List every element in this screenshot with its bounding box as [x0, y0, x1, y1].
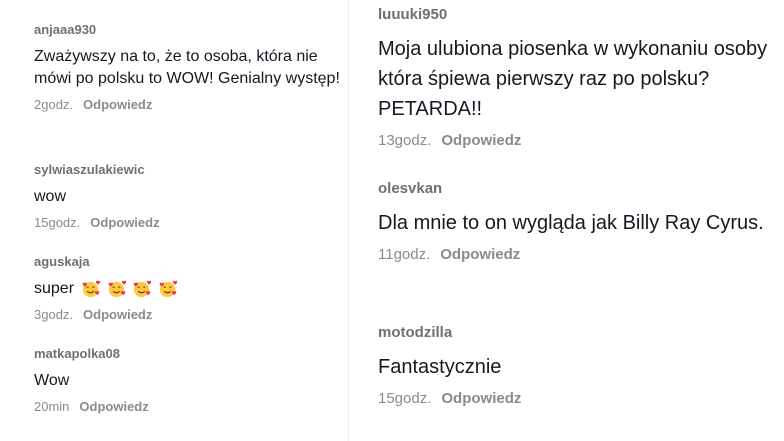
comment-item: olesvkan Dla mnie to on wygląda jak Bill… [378, 180, 778, 264]
comment-time: 2godz. [34, 97, 74, 112]
comment-time: 13godz. [378, 132, 432, 149]
comment-text: Zważywszy na to, że to osoba, która nie … [34, 48, 340, 87]
comment-meta: 15godz. Odpowiedz [378, 390, 778, 408]
comment-item: motodzilla Fantastycznie 15godz. Odpowied… [378, 324, 778, 408]
smiling-face-with-hearts-icon [108, 280, 126, 298]
reply-button[interactable]: Odpowiedz [441, 390, 521, 407]
comment-username[interactable]: motodzilla [378, 324, 778, 342]
comment-item: aguskaja super 3godz. Odpowiedz [34, 254, 354, 323]
comment-item: matkapolka08 Wow 20min Odpowiedz [34, 346, 354, 415]
comment-text: Moja ulubiona piosenka w wykonaniu osoby… [378, 38, 768, 120]
comment-item: luuuki950 Moja ulubiona piosenka w wykon… [378, 6, 778, 150]
comment-meta: 20min Odpowiedz [34, 399, 354, 415]
reply-button[interactable]: Odpowiedz [79, 399, 148, 414]
reply-button[interactable]: Odpowiedz [83, 307, 152, 322]
comment-meta: 2godz. Odpowiedz [34, 97, 354, 113]
comment-username[interactable]: aguskaja [34, 254, 354, 270]
comment-text: Dla mnie to on wygląda jak Billy Ray Cyr… [378, 212, 764, 234]
smiling-face-with-hearts-icon [159, 280, 177, 298]
comment-text-row: super [34, 278, 354, 300]
comment-time: 20min [34, 399, 70, 414]
comment-meta: 13godz. Odpowiedz [378, 132, 778, 150]
comment-text: wow [34, 188, 67, 205]
comment-item: sylwiaszulakiewic wow 15godz. Odpowiedz [34, 162, 354, 231]
comment-text: Wow [34, 372, 70, 389]
comment-text: Fantastycznie [378, 356, 502, 378]
reply-button[interactable]: Odpowiedz [441, 132, 521, 149]
comment-column-right: luuuki950 Moja ulubiona piosenka w wykon… [360, 0, 784, 441]
comment-username[interactable]: matkapolka08 [34, 346, 354, 362]
comment-meta: 3godz. Odpowiedz [34, 307, 354, 323]
comment-meta: 15godz. Odpowiedz [34, 215, 354, 231]
comment-username[interactable]: anjaaa930 [34, 22, 354, 38]
comment-username[interactable]: luuuki950 [378, 6, 778, 24]
comment-column-left: anjaaa930 Zważywszy na to, że to osoba, … [0, 0, 350, 441]
comment-time: 11godz. [378, 246, 431, 263]
reply-button[interactable]: Odpowiedz [440, 246, 520, 263]
comment-time: 3godz. [34, 307, 74, 323]
reply-button[interactable]: Odpowiedz [90, 215, 159, 230]
comment-username[interactable]: sylwiaszulakiewic [34, 162, 354, 178]
comment-item: anjaaa930 Zważywszy na to, że to osoba, … [34, 22, 354, 113]
comment-time: 15godz. [34, 215, 81, 230]
smiling-face-with-hearts-icon [83, 280, 101, 298]
smiling-face-with-hearts-icon [134, 280, 152, 298]
comment-username[interactable]: olesvkan [378, 180, 778, 198]
comment-time: 15godz. [378, 390, 432, 407]
emoji-group [81, 278, 178, 300]
reply-button[interactable]: Odpowiedz [83, 97, 152, 112]
comment-meta: 11godz. Odpowiedz [378, 246, 778, 264]
comment-text: super [34, 280, 75, 298]
